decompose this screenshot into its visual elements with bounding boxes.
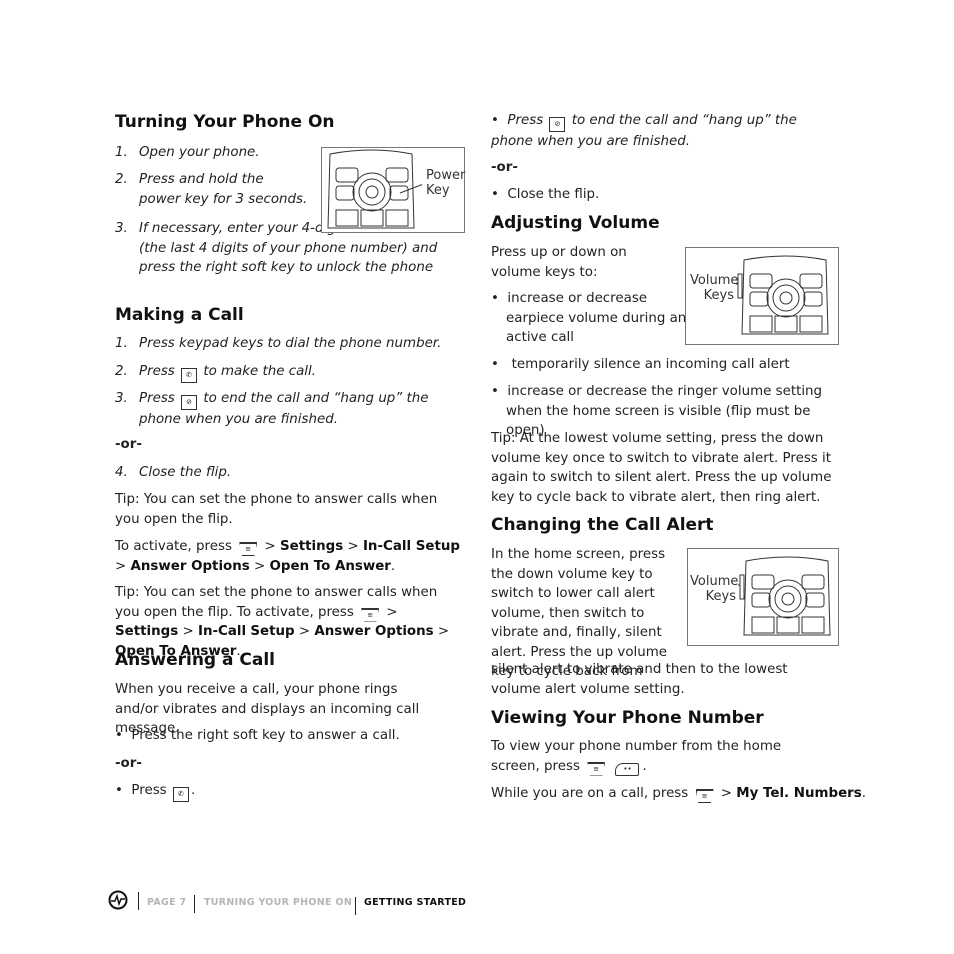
step-number: 1. <box>115 336 128 351</box>
heading-adjusting-volume: Adjusting Volume <box>491 213 660 233</box>
step-number: 2. <box>115 172 128 187</box>
heading-turning-phone-on: Turning Your Phone On <box>115 112 335 132</box>
keypad-illustration <box>736 255 829 335</box>
footer-section: TURNING YOUR PHONE ON <box>204 897 353 908</box>
menu-key-icon: ≡ <box>695 789 714 803</box>
bullet-item: • temporarily silence an incoming call a… <box>491 357 790 372</box>
step-number: 2. <box>115 364 128 379</box>
activate-instructions: To activate, press ≡ > Settings > In-Cal… <box>115 539 460 574</box>
step-text: Press and hold the power key for 3 secon… <box>139 172 308 207</box>
divider <box>355 897 356 915</box>
volume-keys-label: Volume Keys <box>690 273 739 303</box>
paragraph: To view your phone number from the home … <box>491 739 782 776</box>
paragraph: Press up or down on volume keys to: <box>491 245 627 280</box>
paragraph: While you are on a call, press ≡ > My Te… <box>491 786 866 803</box>
send-key-icon: ✆ <box>181 368 198 383</box>
step-number: 1. <box>115 145 128 160</box>
step-number: 3. <box>115 391 128 406</box>
power-key-label: Power Key <box>426 168 466 198</box>
or-separator: -or- <box>115 756 142 771</box>
step-text: Press ✆ to make the call. <box>139 362 316 383</box>
divider <box>194 895 195 913</box>
motorola-logo-icon <box>108 890 128 910</box>
volume-keys-label: Volume Keys <box>690 574 739 604</box>
step-number: 3. <box>115 221 128 236</box>
bullet-item: • Close the flip. <box>491 187 600 202</box>
bullet-item: • Press ✆. <box>115 781 195 802</box>
step-text: Press keypad keys to dial the phone numb… <box>139 336 442 351</box>
step-text: Press ⊘ to end the call and “hang up” th… <box>139 391 429 427</box>
end-key-icon: ⊘ <box>181 395 198 410</box>
bullet-item: • increase or decrease earpiece volume d… <box>491 291 687 345</box>
menu-key-icon: ≡ <box>587 761 606 776</box>
keypad-illustration <box>738 556 831 636</box>
or-separator: -or- <box>491 160 518 175</box>
volume-keys-figure-2: Volume Keys <box>687 548 839 646</box>
volume-keys-figure: Volume Keys <box>685 247 839 345</box>
step-number: 4. <box>115 465 128 480</box>
end-key-icon: ⊘ <box>549 117 566 132</box>
heading-changing-call-alert: Changing the Call Alert <box>491 515 714 535</box>
step-text: Close the flip. <box>139 465 232 480</box>
phone-keypad-figure: Power Key <box>321 147 465 233</box>
footer-page-number: PAGE 7 <box>147 897 187 908</box>
menu-key-icon: ≡ <box>361 607 380 622</box>
heading-answering-a-call: Answering a Call <box>115 650 276 670</box>
soft-key-icon: •• <box>615 762 640 776</box>
paragraph: silent alert to vibrate and then to the … <box>491 662 788 697</box>
heading-making-a-call: Making a Call <box>115 305 244 325</box>
heading-viewing-phone-number: Viewing Your Phone Number <box>491 708 764 728</box>
tip-text: Tip: At the lowest volume setting, press… <box>491 431 832 505</box>
bullet-item: • Press ⊘ to end the call and “hang up” … <box>491 113 797 149</box>
bullet-item: • Press the right soft key to answer a c… <box>115 728 400 743</box>
divider <box>138 892 139 910</box>
send-key-icon: ✆ <box>172 787 189 802</box>
step-text: Open your phone. <box>139 145 260 160</box>
tip-text: Tip: You can set the phone to answer cal… <box>115 492 438 527</box>
menu-key-icon: ≡ <box>239 542 258 556</box>
footer-chapter: GETTING STARTED <box>364 897 467 908</box>
keypad-illustration <box>327 149 422 229</box>
or-separator: -or- <box>115 437 142 452</box>
manual-page: Turning Your Phone On 1. Open your phone… <box>0 0 954 954</box>
